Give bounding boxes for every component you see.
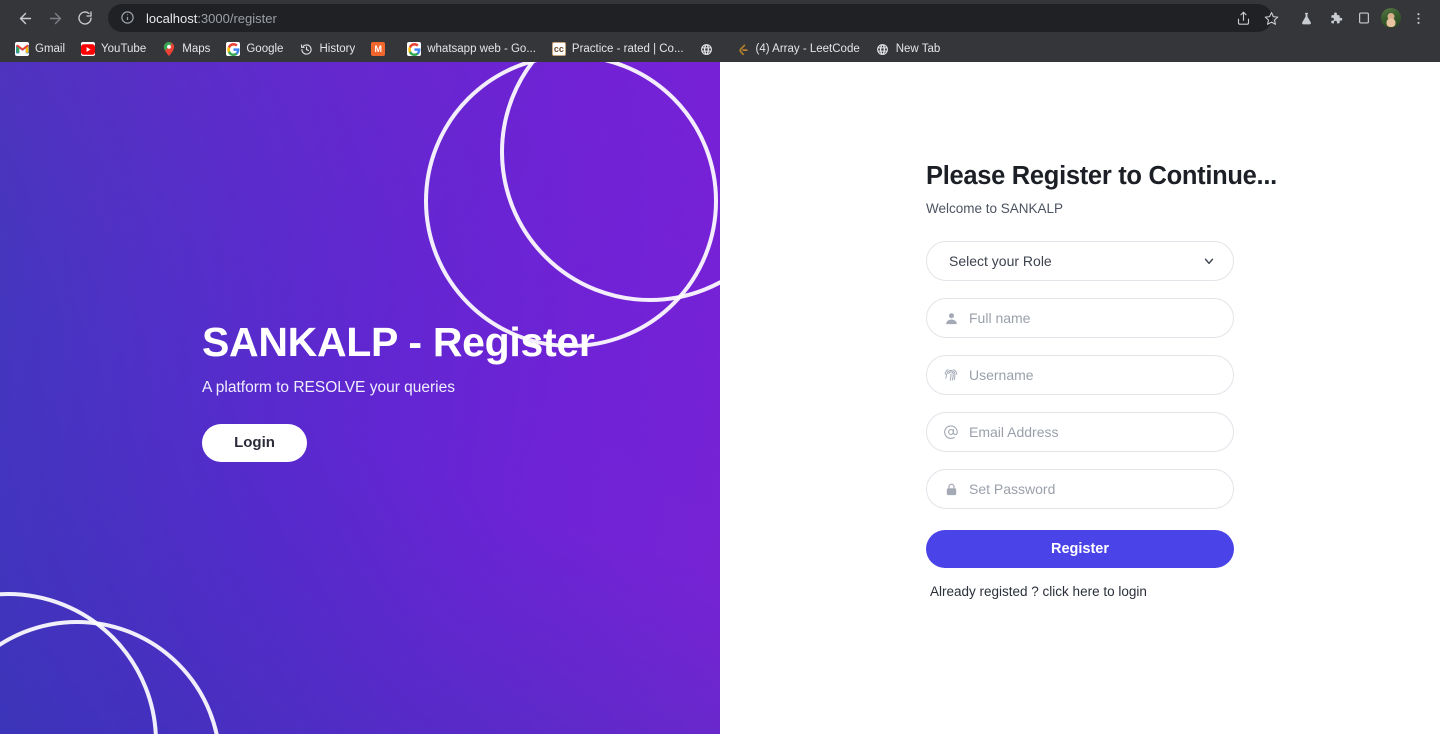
youtube-favicon bbox=[81, 42, 96, 56]
bookmark-google[interactable]: Google bbox=[219, 39, 290, 59]
bookmarks-bar: Gmail YouTube Maps Google History M what… bbox=[0, 36, 1440, 62]
profile-avatar[interactable] bbox=[1381, 8, 1401, 28]
email-field bbox=[926, 412, 1234, 452]
forward-button[interactable] bbox=[40, 3, 70, 33]
globe-favicon bbox=[876, 42, 890, 56]
page-content: SANKALP - Register A platform to RESOLVE… bbox=[0, 62, 1440, 734]
browser-chrome: localhost:3000/register Gmail YouTube Ma… bbox=[0, 0, 1440, 62]
address-bar[interactable]: localhost:3000/register bbox=[108, 4, 1272, 32]
bookmark-gmail[interactable]: Gmail bbox=[8, 39, 72, 59]
role-select-field: Select your Role Student Faculty Admin bbox=[926, 241, 1234, 281]
omnibox-actions bbox=[1230, 5, 1284, 31]
circle-outline-top-right-1 bbox=[424, 62, 718, 348]
bookmark-star-icon[interactable] bbox=[1258, 5, 1284, 31]
circle-outline-bottom-left-2 bbox=[0, 620, 222, 734]
email-input[interactable] bbox=[926, 412, 1234, 452]
back-button[interactable] bbox=[10, 3, 40, 33]
gmail-favicon bbox=[15, 42, 29, 56]
register-form: Please Register to Continue... Welcome t… bbox=[926, 162, 1277, 599]
password-field bbox=[926, 469, 1234, 509]
experiment-flask-icon[interactable] bbox=[1294, 6, 1318, 30]
login-button[interactable]: Login bbox=[202, 423, 307, 462]
bookmark-label: whatsapp web - Go... bbox=[427, 43, 536, 55]
bookmark-label: (4) Array - LeetCode bbox=[755, 43, 860, 55]
bookmark-label: New Tab bbox=[895, 43, 941, 55]
bookmark-globe-1[interactable] bbox=[693, 39, 727, 59]
browser-nav-bar: localhost:3000/register bbox=[0, 0, 1440, 36]
register-submit-button[interactable]: Register bbox=[926, 530, 1234, 568]
form-subtitle: Welcome to SANKALP bbox=[926, 201, 1064, 216]
register-form-panel: Please Register to Continue... Welcome t… bbox=[720, 62, 1440, 734]
bookmark-leetcode-array[interactable]: (4) Array - LeetCode bbox=[729, 39, 867, 59]
browser-toolbar-actions bbox=[1284, 6, 1430, 30]
login-link[interactable]: Already registed ? click here to login bbox=[926, 584, 1234, 599]
bookmark-label: Maps bbox=[182, 43, 211, 55]
password-input[interactable] bbox=[926, 469, 1234, 509]
url-host: localhost bbox=[146, 10, 198, 26]
bookmark-history[interactable]: History bbox=[292, 39, 362, 59]
chrome-menu-icon[interactable] bbox=[1406, 6, 1430, 30]
hero-content: SANKALP - Register A platform to RESOLVE… bbox=[0, 319, 595, 462]
google-maps-favicon bbox=[162, 42, 176, 56]
info-circle-icon bbox=[120, 10, 136, 26]
role-select[interactable]: Select your Role Student Faculty Admin bbox=[926, 241, 1234, 281]
hero-panel: SANKALP - Register A platform to RESOLVE… bbox=[0, 62, 720, 734]
reload-button[interactable] bbox=[70, 3, 100, 33]
fullname-input[interactable] bbox=[926, 298, 1234, 338]
bookmark-new-tab[interactable]: New Tab bbox=[869, 39, 948, 59]
history-clock-icon bbox=[299, 42, 313, 56]
hero-title: SANKALP - Register bbox=[202, 319, 595, 366]
back-arrow-icon bbox=[19, 12, 31, 24]
page-title: Please Register to Continue... bbox=[926, 162, 1277, 190]
bookmark-label: YouTube bbox=[101, 43, 147, 55]
google-favicon bbox=[226, 42, 241, 56]
reload-icon bbox=[78, 11, 92, 25]
forward-arrow-icon bbox=[49, 12, 61, 24]
username-field bbox=[926, 355, 1234, 395]
bookmark-youtube[interactable]: YouTube bbox=[74, 39, 153, 59]
codechef-favicon: cc bbox=[551, 42, 566, 56]
share-icon[interactable] bbox=[1230, 5, 1256, 31]
bookmark-label: Practice - rated | Co... bbox=[571, 43, 684, 55]
bookmark-label: Google bbox=[246, 43, 284, 55]
extensions-puzzle-icon[interactable] bbox=[1323, 6, 1347, 30]
address-bar-url: localhost:3000/register bbox=[146, 11, 277, 26]
circle-outline-bottom-left-1 bbox=[0, 592, 158, 734]
url-path: :3000/register bbox=[197, 10, 277, 26]
bookmark-whatsapp-web[interactable]: whatsapp web - Go... bbox=[400, 39, 543, 59]
orange-app-favicon: M bbox=[371, 42, 386, 56]
bookmark-maps[interactable]: Maps bbox=[155, 39, 217, 59]
side-panel-icon[interactable] bbox=[1352, 6, 1376, 30]
globe-favicon bbox=[700, 42, 714, 56]
bookmark-codechef-practice[interactable]: cc Practice - rated | Co... bbox=[545, 39, 691, 59]
bookmark-label: Gmail bbox=[35, 43, 66, 55]
username-input[interactable] bbox=[926, 355, 1234, 395]
fullname-field bbox=[926, 298, 1234, 338]
circle-outline-top-right-2 bbox=[500, 62, 720, 302]
leetcode-favicon bbox=[736, 42, 750, 56]
hero-subtitle: A platform to RESOLVE your queries bbox=[202, 378, 455, 396]
bookmark-orange-app[interactable]: M bbox=[364, 39, 398, 59]
bookmark-label: History bbox=[319, 43, 356, 55]
google-favicon bbox=[407, 42, 422, 56]
